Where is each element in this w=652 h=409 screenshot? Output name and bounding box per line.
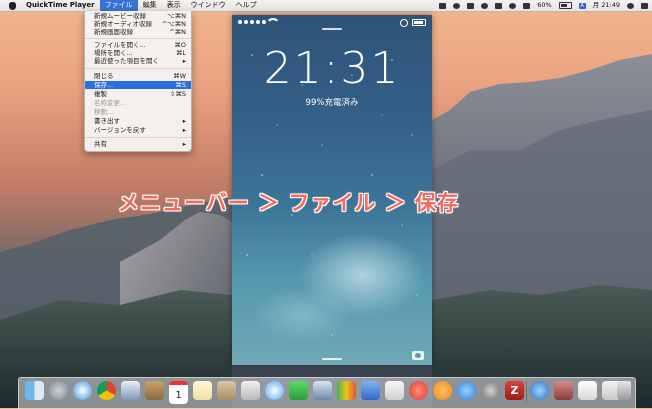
app-menu[interactable]: QuickTime Player	[21, 0, 100, 11]
control-center-grabber	[322, 358, 342, 360]
airplay-icon[interactable]	[467, 2, 475, 9]
launchpad-icon[interactable]	[49, 381, 68, 400]
facetime-icon[interactable]	[289, 381, 308, 400]
appstore-icon[interactable]	[457, 381, 476, 400]
notes-brown-icon[interactable]	[145, 381, 164, 400]
bluetooth-icon[interactable]	[495, 2, 503, 9]
safari-icon[interactable]	[73, 381, 92, 400]
system-window-icon[interactable]	[313, 381, 332, 400]
menu-item-revert[interactable]: バージョンを戻す ▸	[85, 126, 191, 134]
numbers-icon[interactable]	[337, 381, 356, 400]
notification-center-icon[interactable]	[641, 2, 648, 9]
messages-icon[interactable]	[265, 381, 284, 400]
menubar-clock[interactable]: 月 21:49	[593, 0, 620, 11]
menu-item-duplicate[interactable]: 複製 ⇧⌘S	[85, 90, 191, 98]
calendar-icon[interactable]: 1	[169, 381, 188, 404]
trash-icon[interactable]	[617, 381, 631, 400]
notes-icon[interactable]	[193, 381, 212, 400]
status-area: 60% A 月 21:49	[439, 0, 648, 11]
menu-view[interactable]: 表示	[162, 0, 186, 11]
chrome-icon[interactable]	[97, 381, 116, 400]
battery-percent[interactable]: 60%	[537, 0, 551, 11]
finder-icon[interactable]	[25, 381, 44, 400]
dropbox-icon[interactable]	[439, 2, 447, 9]
menu-separator	[85, 38, 191, 39]
lock-time: 21:31	[263, 43, 401, 94]
menu-item-rename: 名称変更...	[94, 99, 127, 107]
menu-window[interactable]: ウインドウ	[186, 0, 231, 11]
menu-item-move: 移動...	[94, 108, 114, 116]
menu-item-open-recent[interactable]: 最近使った項目を開く ▸	[85, 57, 191, 65]
menu-item-share[interactable]: 共有 ▸	[85, 140, 191, 148]
wifi-icon[interactable]	[509, 2, 517, 9]
menu-item-save[interactable]: 保存... ⌘S	[85, 81, 191, 89]
menu-item-export[interactable]: 書き出す ▸	[85, 117, 191, 125]
menu-help[interactable]: ヘルプ	[231, 0, 262, 11]
keynote-icon[interactable]	[361, 381, 380, 400]
filezilla-icon[interactable]: Z	[505, 381, 524, 400]
menu-edit[interactable]: 編集	[138, 0, 162, 11]
notification-grabber	[322, 28, 342, 30]
menu-item-open-file[interactable]: ファイルを開く... ⌘O	[85, 41, 191, 49]
apple-icon[interactable]	[9, 1, 16, 10]
music-icon[interactable]	[409, 381, 428, 400]
spotlight-icon[interactable]	[627, 2, 634, 9]
dock: 1 Z	[18, 377, 636, 409]
settings-icon[interactable]	[481, 381, 500, 400]
alarm-icon	[400, 19, 408, 27]
file-menu: 新規ムービー収録 ⌥⌘N 新規オーディオ収録 ^⌥⌘N 新規画面収録 ^⌘N ファイル…	[84, 11, 192, 152]
photos-icon[interactable]	[241, 381, 260, 400]
menu-file[interactable]: ファイル	[99, 0, 138, 11]
menu-item-new-audio[interactable]: 新規オーディオ収録 ^⌥⌘N	[85, 20, 191, 28]
input-source-icon[interactable]: A	[578, 2, 586, 9]
contacts-icon[interactable]	[217, 381, 236, 400]
instruction-annotation: メニューバー ＞ ファイル ＞ 保存	[118, 191, 460, 215]
menu-separator	[85, 137, 191, 138]
menu-item-new-screen[interactable]: 新規画面収録 ^⌘N	[85, 28, 191, 36]
pages-icon[interactable]	[385, 381, 404, 400]
signal-icon	[238, 20, 266, 24]
menu-item-close[interactable]: 閉じる ⌘W	[85, 72, 191, 80]
charge-status: 99%充電済み	[305, 98, 359, 108]
phone-status-bar	[238, 18, 426, 27]
document-icon[interactable]	[578, 381, 597, 400]
volume-icon[interactable]	[523, 2, 531, 9]
timemachine-icon[interactable]	[481, 2, 489, 9]
menu-separator	[85, 68, 191, 69]
quicktime-icon[interactable]	[530, 381, 549, 400]
ibooks-icon[interactable]	[433, 381, 452, 400]
preview-icon[interactable]	[121, 381, 140, 400]
dock-divider	[526, 381, 527, 403]
sync-icon[interactable]	[453, 2, 461, 9]
camera-icon	[412, 351, 424, 360]
phone-battery-icon	[412, 19, 426, 26]
menu-item-open-location[interactable]: 場所を開く... ⌘L	[85, 49, 191, 57]
book-icon[interactable]	[554, 381, 573, 400]
phone-wifi-icon	[266, 18, 280, 26]
battery-icon[interactable]	[558, 2, 572, 9]
menu-item-new-movie[interactable]: 新規ムービー収録 ⌥⌘N	[85, 12, 191, 20]
